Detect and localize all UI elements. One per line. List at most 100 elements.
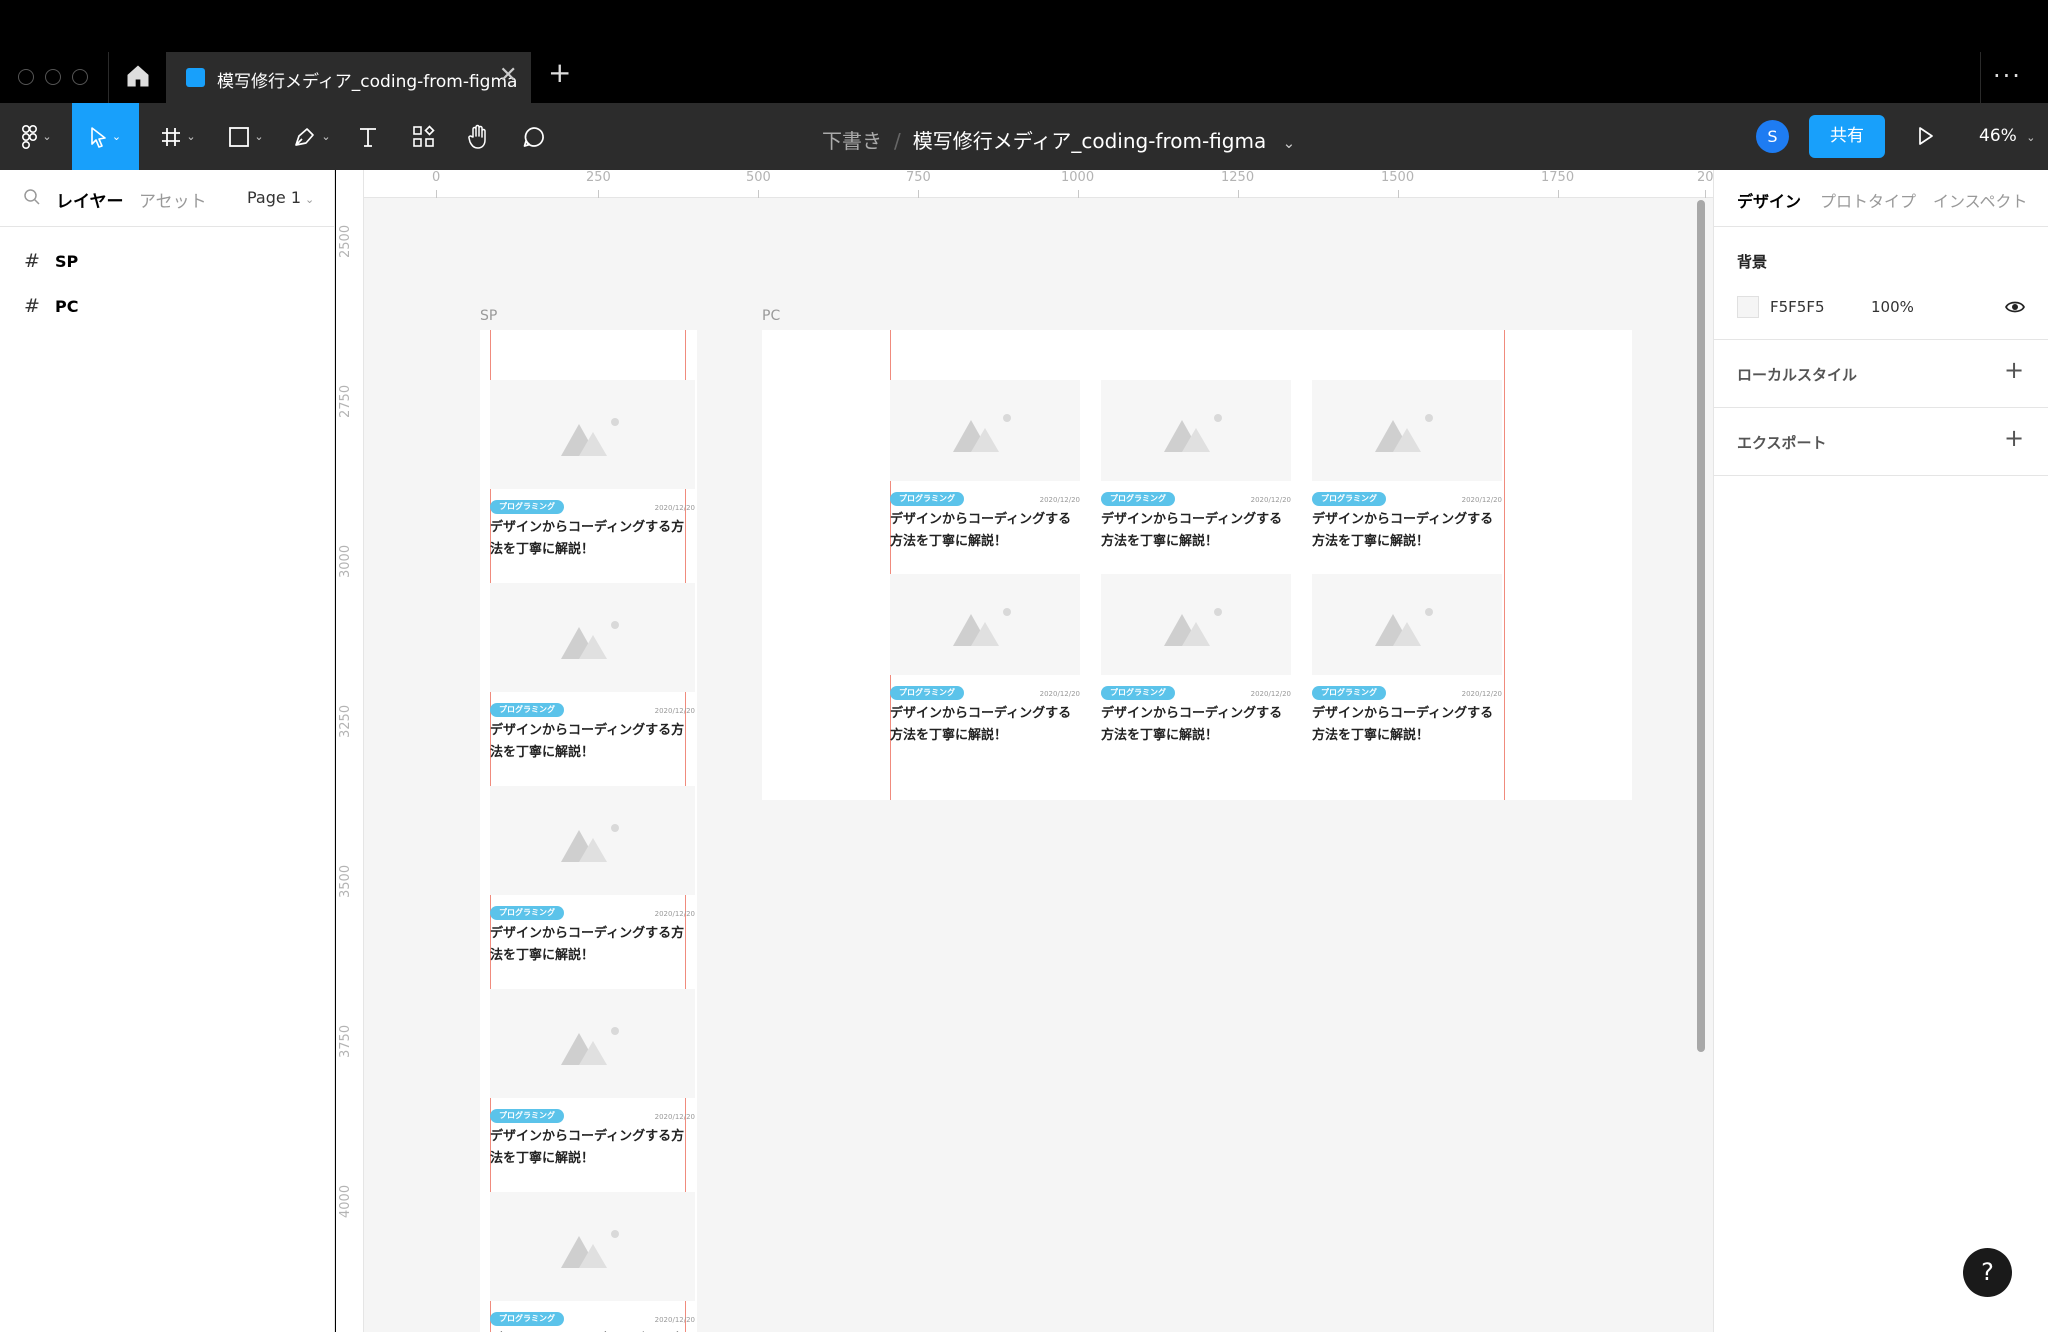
ruler-tick: 4000 bbox=[338, 1184, 353, 1218]
category-tag[interactable]: プログラミング bbox=[890, 685, 964, 700]
article-card[interactable]: プログラミング 2020/12/20 デザインからコーディングする方法を丁寧に解説！ bbox=[1312, 380, 1502, 560]
category-tag[interactable]: プログラミング bbox=[490, 905, 564, 920]
background-opacity-value[interactable]: 100% bbox=[1871, 298, 1914, 316]
article-card[interactable]: プログラミング 2020/12/20 デザインからコーディングする方法を丁寧に解説！ bbox=[1101, 380, 1291, 560]
post-date: 2020/12/20 bbox=[654, 909, 695, 918]
article-card[interactable]: プログラミング 2020/12/20 デザインからコーディングする方法を丁寧に解説！ bbox=[1312, 574, 1502, 754]
breadcrumb-file-name[interactable]: 模写修行メディア_coding-from-figma bbox=[913, 129, 1266, 153]
tab-assets[interactable]: アセット bbox=[139, 187, 207, 212]
add-style-icon[interactable]: + bbox=[2004, 356, 2024, 384]
category-tag[interactable]: プログラミング bbox=[1312, 491, 1386, 506]
article-title[interactable]: デザインからコーディングする方法を丁寧に解説！ bbox=[890, 703, 1080, 747]
image-placeholder-icon bbox=[1164, 608, 1222, 647]
present-play-icon[interactable] bbox=[1917, 125, 1935, 151]
category-tag[interactable]: プログラミング bbox=[490, 702, 564, 717]
article-card[interactable]: プログラミング 2020/12/20 デザインからコーディングする方法を丁寧に解説！ bbox=[490, 989, 695, 1169]
article-card[interactable]: プログラミング 2020/12/20 デザインからコーディングする方法を丁寧に解説！ bbox=[490, 583, 695, 763]
window-minimize-control[interactable] bbox=[45, 69, 61, 85]
ruler-tick: 2500 bbox=[338, 224, 353, 258]
article-card[interactable]: プログラミング 2020/12/20 デザインからコーディングする方法を丁寧に解説！ bbox=[1101, 574, 1291, 754]
article-title[interactable]: デザインからコーディングする方法を丁寧に解説！ bbox=[890, 509, 1080, 553]
background-hex-value[interactable]: F5F5F5 bbox=[1770, 298, 1825, 316]
layer-item-sp[interactable]: # SP bbox=[0, 239, 334, 284]
window-maximize-control[interactable] bbox=[72, 69, 88, 85]
resources-tool-button[interactable] bbox=[408, 103, 440, 170]
category-tag[interactable]: プログラミング bbox=[1101, 491, 1175, 506]
category-tag[interactable]: プログラミング bbox=[890, 491, 964, 506]
frame-label-pc[interactable]: PC bbox=[762, 308, 780, 324]
layer-item-label: SP bbox=[55, 252, 79, 271]
share-button[interactable]: 共有 bbox=[1809, 115, 1885, 158]
category-tag[interactable]: プログラミング bbox=[490, 1108, 564, 1123]
add-export-icon[interactable]: + bbox=[2004, 424, 2024, 452]
new-tab-button[interactable]: + bbox=[548, 59, 571, 87]
thumbnail-placeholder bbox=[1101, 574, 1291, 675]
article-card[interactable]: プログラミング 2020/12/20 デザインからコーディングする方法を丁寧に解説！ bbox=[490, 380, 695, 560]
hand-icon bbox=[468, 124, 486, 149]
article-title[interactable]: デザインからコーディングする方法を丁寧に解説！ bbox=[1312, 509, 1502, 553]
comment-tool-button[interactable] bbox=[518, 103, 550, 170]
post-date: 2020/12/20 bbox=[1039, 495, 1080, 504]
category-tag[interactable]: プログラミング bbox=[490, 499, 564, 514]
article-card[interactable]: プログラミング 2020/12/20 デザインからコーディングする方法を丁寧に解説！ bbox=[890, 380, 1080, 560]
user-avatar[interactable]: S bbox=[1756, 120, 1789, 153]
help-button[interactable]: ? bbox=[1963, 1248, 2012, 1297]
frame-sp[interactable]: プログラミング 2020/12/20 デザインからコーディングする方法を丁寧に解説！… bbox=[480, 330, 697, 1332]
article-title[interactable]: デザインからコーディングする方法を丁寧に解説！ bbox=[1312, 703, 1502, 747]
article-title[interactable]: デザインからコーディングする方法を丁寧に解説！ bbox=[490, 720, 695, 764]
search-icon[interactable] bbox=[23, 188, 41, 210]
article-card[interactable]: プログラミング 2020/12/20 デザインからコーディングする方法を丁寧に解説！ bbox=[490, 786, 695, 966]
article-title[interactable]: デザインからコーディングする方法を丁寧に解説！ bbox=[490, 517, 695, 561]
article-title[interactable]: デザインからコーディングする方法を丁寧に解説！ bbox=[1101, 509, 1291, 553]
frame-hash-icon: # bbox=[24, 250, 40, 272]
zoom-menu[interactable]: 46% ⌄ bbox=[1979, 126, 2035, 146]
breadcrumb-drafts[interactable]: 下書き bbox=[822, 129, 882, 153]
file-tab[interactable]: 模写修行メディア_coding-from-figma ✕ bbox=[166, 52, 531, 103]
article-card[interactable]: プログラミング 2020/12/20 デザインからコーディングする方法を丁寧に解説！ bbox=[490, 1192, 695, 1332]
close-tab-icon[interactable]: ✕ bbox=[499, 63, 517, 88]
post-date: 2020/12/20 bbox=[654, 1112, 695, 1121]
layout-grid-guide bbox=[1504, 330, 1505, 800]
post-date: 2020/12/20 bbox=[654, 1315, 695, 1324]
more-options-icon[interactable]: ··· bbox=[1993, 62, 2022, 90]
layer-item-pc[interactable]: # PC bbox=[0, 284, 334, 329]
category-tag[interactable]: プログラミング bbox=[490, 1311, 564, 1326]
pen-tool-button[interactable]: ⌄ bbox=[286, 103, 338, 170]
page-selector[interactable]: Page 1 ⌄ bbox=[247, 188, 314, 207]
article-title[interactable]: デザインからコーディングする方法を丁寧に解説！ bbox=[490, 1126, 695, 1170]
text-tool-button[interactable] bbox=[352, 103, 384, 170]
image-placeholder-icon bbox=[1375, 608, 1433, 647]
visibility-eye-icon[interactable] bbox=[2005, 299, 2025, 319]
tab-layers[interactable]: レイヤー bbox=[56, 187, 124, 212]
local-styles-section: ローカルスタイル + bbox=[1714, 340, 2048, 408]
window-close-control[interactable] bbox=[18, 69, 34, 85]
vertical-scrollbar[interactable] bbox=[1697, 200, 1705, 1052]
home-icon[interactable] bbox=[124, 62, 152, 90]
ruler-tick: 3750 bbox=[338, 1024, 353, 1058]
tab-inspect[interactable]: インスペクト bbox=[1933, 188, 2028, 212]
article-title[interactable]: デザインからコーディングする方法を丁寧に解説！ bbox=[490, 1329, 695, 1332]
category-tag[interactable]: プログラミング bbox=[1101, 685, 1175, 700]
frame-label-sp[interactable]: SP bbox=[480, 308, 497, 324]
article-title[interactable]: デザインからコーディングする方法を丁寧に解説！ bbox=[1101, 703, 1291, 747]
background-color-swatch[interactable] bbox=[1737, 296, 1759, 318]
comment-icon bbox=[523, 126, 544, 147]
frame-pc[interactable]: プログラミング 2020/12/20 デザインからコーディングする方法を丁寧に解説！… bbox=[762, 330, 1632, 800]
frame-tool-button[interactable]: ⌄ bbox=[152, 103, 204, 170]
tab-prototype[interactable]: プロトタイプ bbox=[1820, 188, 1916, 212]
design-canvas[interactable]: 0 250 500 750 1000 1250 1500 1750 20 250… bbox=[336, 170, 1713, 1332]
article-title[interactable]: デザインからコーディングする方法を丁寧に解説！ bbox=[490, 923, 695, 967]
file-menu-chevron-icon[interactable]: ⌄ bbox=[1283, 134, 1296, 152]
category-tag[interactable]: プログラミング bbox=[1312, 685, 1386, 700]
article-card[interactable]: プログラミング 2020/12/20 デザインからコーディングする方法を丁寧に解説！ bbox=[890, 574, 1080, 754]
hand-tool-button[interactable] bbox=[462, 103, 494, 170]
main-toolbar: ⌄ ⌄ ⌄ ⌄ ⌄ 下書き / 模写修行メディア_coding-from-figma… bbox=[0, 103, 2048, 170]
image-placeholder-icon bbox=[1164, 414, 1222, 453]
tab-design[interactable]: デザイン bbox=[1737, 188, 1801, 212]
thumbnail-placeholder bbox=[1312, 574, 1502, 675]
frame-hash-icon: # bbox=[24, 295, 40, 317]
zoom-level: 46% bbox=[1979, 126, 2017, 146]
move-tool-button[interactable]: ⌄ bbox=[72, 103, 139, 170]
shape-tool-button[interactable]: ⌄ bbox=[220, 103, 272, 170]
main-menu-button[interactable]: ⌄ bbox=[12, 103, 62, 170]
